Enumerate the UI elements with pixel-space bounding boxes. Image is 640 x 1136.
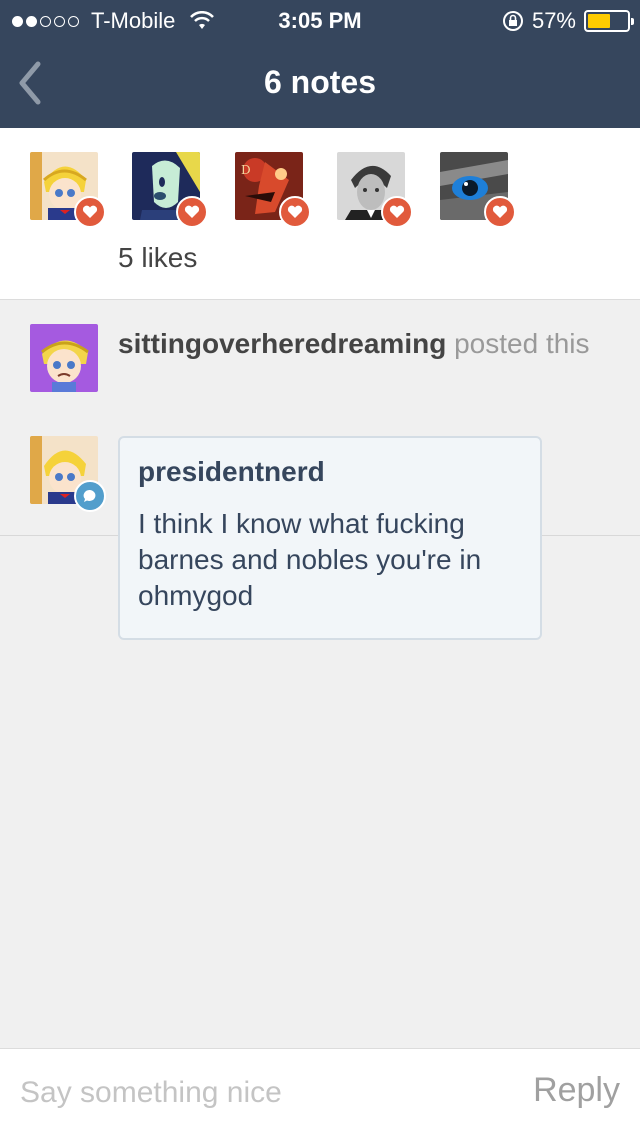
svg-text:D: D — [241, 163, 251, 177]
battery-icon — [584, 10, 634, 32]
likes-section: D 5 likes — [0, 128, 640, 300]
status-right: 57% — [502, 8, 634, 34]
chat-bubble-icon — [74, 480, 106, 512]
replier-avatar[interactable] — [30, 436, 106, 512]
reply-button[interactable]: Reply — [533, 1071, 620, 1110]
poster-avatar[interactable] — [30, 324, 98, 392]
reply-footer: Reply — [0, 1048, 640, 1136]
reply-bubble: presidentnerd I think I know what fuckin… — [118, 436, 542, 640]
likes-count[interactable]: 5 likes — [118, 242, 197, 274]
nav-bar: 6 notes — [0, 40, 640, 128]
posted-action: posted this — [454, 328, 590, 359]
like-avatar-4[interactable] — [337, 152, 413, 228]
like-avatar-2[interactable] — [132, 152, 208, 228]
note-posted-text: sittingoverheredreaming posted this — [118, 326, 598, 362]
like-avatar-3[interactable]: D — [235, 152, 311, 228]
reply-text: I think I know what fucking barnes and n… — [138, 508, 482, 611]
poster-username[interactable]: sittingoverheredreaming — [118, 328, 446, 359]
heart-icon — [381, 196, 413, 228]
battery-percent: 57% — [531, 8, 576, 33]
heart-icon — [484, 196, 516, 228]
page-title: 6 notes — [263, 64, 377, 100]
heart-icon — [74, 196, 106, 228]
status-bar: T-Mobile 3:05 PM 57% — [0, 0, 640, 40]
like-avatar-5[interactable] — [440, 152, 516, 228]
top-bar: T-Mobile 3:05 PM 57% 6 notes — [0, 0, 640, 128]
heart-icon — [279, 196, 311, 228]
rotation-lock-icon — [502, 11, 523, 31]
heart-icon — [176, 196, 208, 228]
reply-input[interactable] — [20, 1069, 480, 1117]
like-avatar-1[interactable] — [30, 152, 106, 228]
replier-username[interactable]: presidentnerd — [138, 456, 522, 488]
